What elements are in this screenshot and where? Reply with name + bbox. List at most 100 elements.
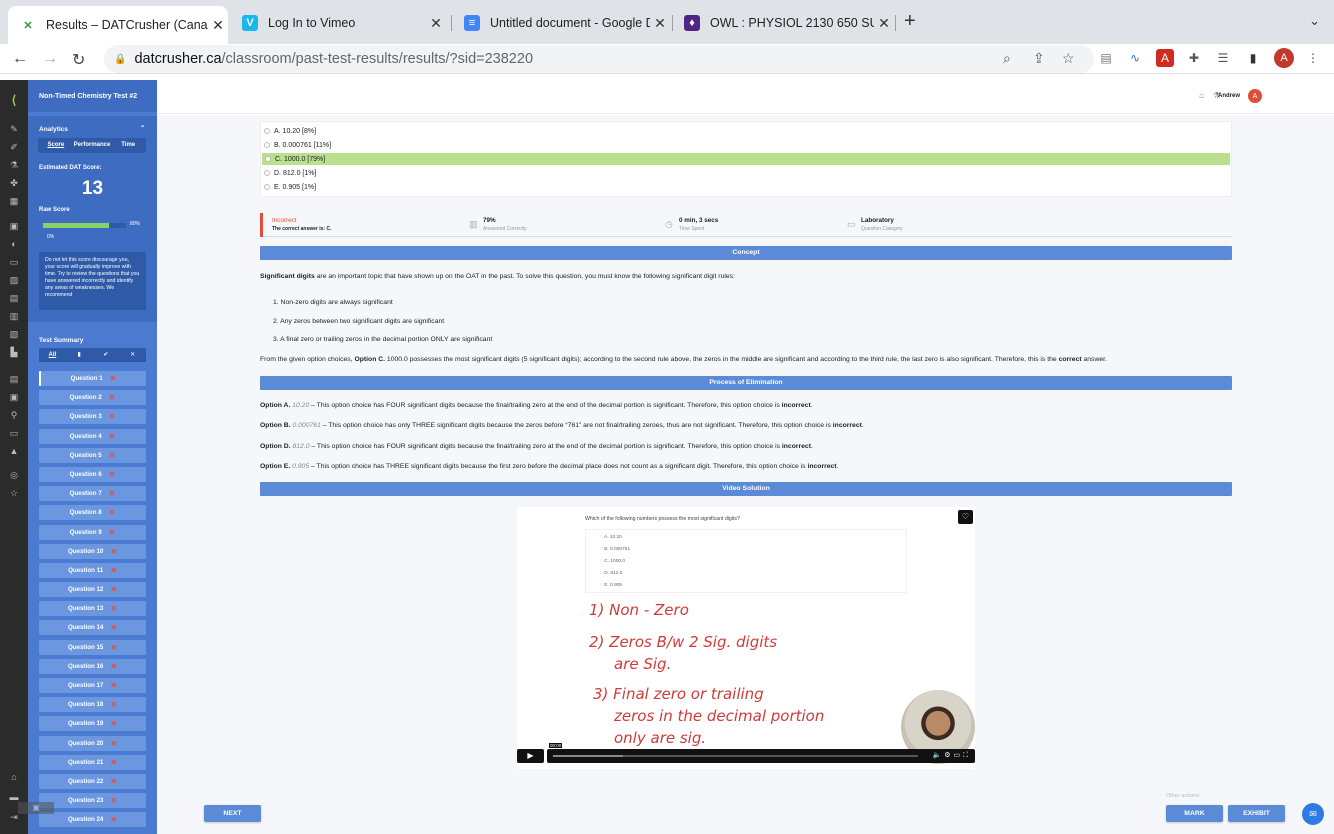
radio-icon bbox=[264, 142, 270, 148]
choice-e[interactable]: E. 0.905 [1%] bbox=[261, 181, 1231, 193]
nav-icon-16[interactable]: ⚲ bbox=[7, 410, 21, 422]
question-item[interactable]: Question 8 ✕ bbox=[39, 505, 146, 521]
heart-icon[interactable]: ♡ bbox=[958, 510, 973, 524]
question-item[interactable]: Question 3 ✕ bbox=[39, 409, 146, 425]
filter-all[interactable]: All bbox=[39, 348, 66, 362]
browser-tab-google-docs[interactable]: ≡ Untitled document - Google Do ✕ bbox=[452, 8, 670, 38]
back-icon[interactable]: ← bbox=[12, 50, 28, 68]
question-item[interactable]: Question 19 ✕ bbox=[39, 716, 146, 732]
nav-icon-1[interactable]: ✎ bbox=[7, 124, 21, 136]
chevron-down-icon[interactable]: ⌄ bbox=[1309, 13, 1320, 29]
bookmark-icon[interactable]: ▮ bbox=[66, 348, 93, 362]
close-tab-icon[interactable]: ✕ bbox=[208, 17, 228, 34]
question-item[interactable]: Question 12 ✕ bbox=[39, 582, 146, 598]
choice-c[interactable]: C. 1000.0 [79%] bbox=[262, 153, 1230, 165]
question-label: Question 22 bbox=[67, 777, 104, 785]
chevron-up-icon[interactable]: ⌃ bbox=[139, 124, 146, 133]
question-item[interactable]: Question 17 ✕ bbox=[39, 678, 146, 693]
extension-note-icon[interactable]: ▤ bbox=[1097, 49, 1115, 67]
nav-icon-13[interactable]: ▙ bbox=[7, 347, 21, 359]
question-item[interactable]: Question 16 ✕ bbox=[39, 658, 146, 674]
check-icon[interactable]: ✔ bbox=[93, 348, 120, 362]
nav-icon-18[interactable]: ▲ bbox=[7, 446, 21, 458]
question-item[interactable]: Question 20 ✕ bbox=[39, 735, 146, 751]
choice-a[interactable]: A. 10.20 [8%] bbox=[261, 125, 1231, 137]
star-icon[interactable]: ☆ bbox=[7, 488, 21, 500]
zoom-icon[interactable]: ⌕ bbox=[1003, 50, 1011, 67]
home-icon[interactable]: ⌂ bbox=[7, 772, 21, 784]
close-tab-icon[interactable]: ✕ bbox=[874, 15, 894, 32]
nav-icon-8[interactable]: ▭ bbox=[7, 257, 21, 269]
question-label: Question 3 bbox=[69, 413, 102, 421]
new-tab-icon[interactable]: + bbox=[904, 10, 916, 33]
question-item[interactable]: Question 10 ✕ bbox=[39, 543, 146, 559]
question-item[interactable]: Question 18 ✕ bbox=[39, 697, 146, 713]
question-item[interactable]: Question 11 ✕ bbox=[39, 562, 146, 578]
extension-wave-icon[interactable]: ∿ bbox=[1126, 49, 1144, 67]
browser-tab-vimeo[interactable]: V Log In to Vimeo ✕ bbox=[230, 8, 446, 38]
close-tab-icon[interactable]: ✕ bbox=[650, 15, 670, 32]
question-item[interactable]: Question 13 ✕ bbox=[39, 601, 146, 617]
browser-tab-owl[interactable]: ♦ OWL : PHYSIOL 2130 650 SU2 ✕ bbox=[672, 8, 894, 38]
user-name[interactable]: Andrew bbox=[1218, 93, 1240, 99]
nav-icon-12[interactable]: ▧ bbox=[7, 329, 21, 341]
question-item[interactable]: Question 15 ✕ bbox=[39, 639, 146, 655]
side-panel-icon[interactable]: ▮ bbox=[1244, 49, 1262, 67]
nav-icon-15[interactable]: ▣ bbox=[7, 392, 21, 404]
question-item[interactable]: Question 1 ✕ bbox=[39, 371, 146, 386]
mark-button[interactable]: MARK bbox=[1166, 805, 1223, 822]
chat-support-icon[interactable]: ✉ bbox=[1302, 803, 1324, 825]
nav-icon-17[interactable]: ▭ bbox=[7, 428, 21, 440]
question-item[interactable]: Question 23 ✕ bbox=[39, 793, 146, 809]
home-icon[interactable]: ⌂ bbox=[1199, 91, 1204, 100]
choice-b[interactable]: B. 0.000761 [11%] bbox=[261, 139, 1231, 151]
profile-avatar[interactable]: A bbox=[1274, 48, 1294, 68]
question-item[interactable]: Question 7 ✕ bbox=[39, 486, 146, 502]
tab-score[interactable]: Score bbox=[38, 138, 74, 153]
more-menu-icon[interactable]: ⋮ bbox=[1304, 49, 1322, 67]
reload-icon[interactable]: ↻ bbox=[72, 50, 85, 70]
extensions-puzzle-icon[interactable]: ✚ bbox=[1185, 49, 1203, 67]
tab-performance[interactable]: Performance bbox=[74, 138, 111, 153]
nav-icon-5[interactable]: ▦ bbox=[7, 196, 21, 208]
share-icon[interactable]: ⇪ bbox=[1033, 50, 1045, 67]
close-tab-icon[interactable]: ✕ bbox=[426, 15, 446, 32]
nav-icon-19[interactable]: ◎ bbox=[7, 470, 21, 482]
nav-icon-4[interactable]: ✤ bbox=[7, 178, 21, 190]
play-icon[interactable]: ▶ bbox=[517, 749, 544, 763]
browser-tab-datcrusher[interactable]: ✕ Results – DATCrusher (Canadia ✕ bbox=[8, 6, 228, 44]
acrobat-icon[interactable]: A bbox=[1156, 49, 1174, 67]
url-bar[interactable]: 🔒 datcrusher.ca/classroom/past-test-resu… bbox=[104, 45, 1094, 73]
question-item[interactable]: Question 24 ✕ bbox=[39, 812, 146, 828]
forward-icon[interactable]: → bbox=[42, 50, 58, 68]
question-item[interactable]: Question 2 ✕ bbox=[39, 390, 146, 406]
nav-icon-7[interactable]: ◐ bbox=[7, 239, 21, 251]
nav-icon-14[interactable]: ▤ bbox=[7, 374, 21, 386]
question-item[interactable]: Question 9 ✕ bbox=[39, 524, 146, 540]
question-item[interactable]: Question 4 ✕ bbox=[39, 428, 146, 444]
question-item[interactable]: Question 22 ✕ bbox=[39, 773, 146, 789]
nav-icon-9[interactable]: ▨ bbox=[7, 275, 21, 287]
exhibit-button[interactable]: EXHIBIT bbox=[1228, 805, 1285, 822]
x-icon[interactable]: ✕ bbox=[119, 348, 146, 362]
video-settings-icons[interactable]: 🔈⚙▭⛶ bbox=[932, 751, 971, 760]
reading-list-icon[interactable]: ☰ bbox=[1214, 49, 1232, 67]
nav-icon-11[interactable]: ▥ bbox=[7, 311, 21, 323]
question-label: Question 10 bbox=[67, 547, 104, 555]
next-button[interactable]: NEXT bbox=[204, 805, 261, 822]
question-item[interactable]: Question 6 ✕ bbox=[39, 466, 146, 482]
bookmark-star-icon[interactable]: ☆ bbox=[1062, 50, 1075, 67]
nav-icon-10[interactable]: ▤ bbox=[7, 293, 21, 305]
nav-icon-6[interactable]: ▣ bbox=[7, 221, 21, 233]
video-player[interactable]: Which of the following numbers possess t… bbox=[517, 507, 975, 769]
video-progress[interactable]: 🔈⚙▭⛶ bbox=[547, 749, 975, 763]
question-item[interactable]: Question 21 ✕ bbox=[39, 754, 146, 770]
choice-d[interactable]: D. 812.0 [1%] bbox=[261, 167, 1231, 179]
nav-icon-3[interactable]: ⚗ bbox=[7, 160, 21, 172]
tab-title: Results – DATCrusher (Canadia bbox=[46, 18, 208, 32]
question-item[interactable]: Question 5 ✕ bbox=[39, 447, 146, 463]
nav-icon-2[interactable]: ✐ bbox=[7, 142, 21, 154]
question-item[interactable]: Question 14 ✕ bbox=[39, 620, 146, 636]
user-avatar[interactable]: A bbox=[1248, 89, 1262, 103]
tab-time[interactable]: Time bbox=[110, 138, 146, 153]
